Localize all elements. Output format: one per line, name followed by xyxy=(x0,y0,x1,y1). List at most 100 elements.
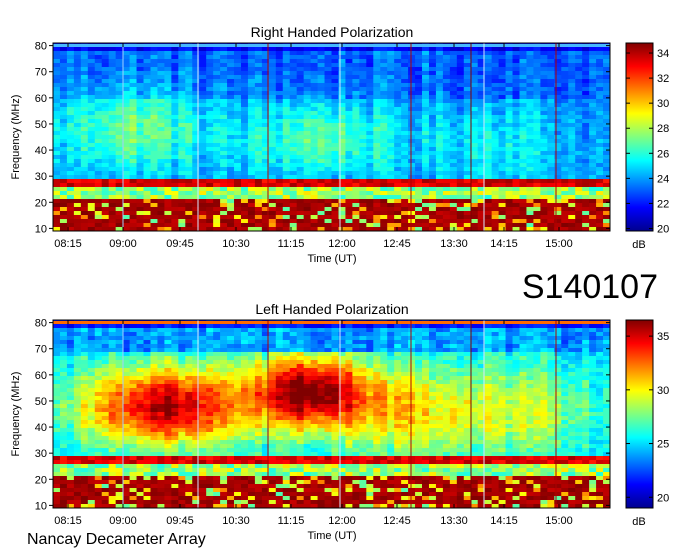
spectrogram-cell xyxy=(275,59,284,64)
spectrogram-cell xyxy=(484,47,493,52)
spectrogram-cell xyxy=(422,368,430,373)
spectrogram-cell xyxy=(380,63,388,68)
spectrogram-cell xyxy=(568,131,576,136)
spectrogram-cell xyxy=(185,115,193,120)
spectrogram-cell xyxy=(498,135,506,140)
spectrogram-cell xyxy=(220,75,228,80)
spectrogram-cell xyxy=(387,91,395,96)
spectrogram-cell xyxy=(206,135,214,140)
spectrogram-cell xyxy=(122,51,130,56)
spectrogram-cell xyxy=(484,135,493,140)
spectrogram-cell xyxy=(422,155,430,160)
spectrogram-cell xyxy=(171,87,179,92)
spectrogram-cell xyxy=(596,131,604,136)
spectrogram-cell xyxy=(568,143,576,148)
spectrogram-cell xyxy=(289,91,298,96)
spectrogram-cell xyxy=(206,123,214,128)
spectrogram-cell xyxy=(234,183,242,188)
spectrogram-cell xyxy=(408,75,416,80)
spectrogram-cell xyxy=(59,219,68,224)
spectrogram-cell xyxy=(234,55,242,60)
spectrogram-cell xyxy=(73,328,82,333)
spectrogram-cell xyxy=(268,328,277,333)
spectrogram-cell xyxy=(582,75,590,80)
spectrogram-cell xyxy=(366,344,374,349)
spectrogram-cell xyxy=(178,83,186,88)
spectrogram-cell xyxy=(394,83,402,88)
spectrogram-cell xyxy=(401,139,409,144)
spectrogram-cell xyxy=(268,119,277,124)
spectrogram-cell xyxy=(303,83,312,88)
spectrogram-cell xyxy=(178,151,186,156)
spectrogram-cell xyxy=(498,207,506,212)
spectrogram-cell xyxy=(157,344,165,349)
spectrogram-cell xyxy=(268,348,277,353)
spectrogram-cell xyxy=(115,207,124,212)
spectrogram-cell xyxy=(435,348,444,353)
spectrogram-cell xyxy=(296,139,305,144)
spectrogram-cell xyxy=(484,332,493,337)
spectrogram-cell xyxy=(164,159,172,164)
spectrogram-cell xyxy=(310,99,318,104)
spectrogram-cell xyxy=(101,332,110,337)
spectrogram-cell xyxy=(185,151,193,156)
spectrogram-cell xyxy=(582,99,590,104)
spectrogram-cell xyxy=(554,95,562,100)
spectrogram-cell xyxy=(178,55,186,60)
spectrogram-cell xyxy=(345,55,353,60)
spectrogram-cell xyxy=(129,179,137,184)
spectrogram-cell xyxy=(498,191,506,196)
spectrogram-cell xyxy=(540,324,548,329)
spectrogram-cell xyxy=(289,203,298,208)
spectrogram-cell xyxy=(352,135,360,140)
spectrogram-cell xyxy=(282,372,291,377)
spectrogram-cell xyxy=(554,195,562,200)
spectrogram-cell xyxy=(80,155,89,160)
spectrogram-cell xyxy=(213,151,221,156)
spectrogram-cell xyxy=(199,223,207,228)
spectrogram-cell xyxy=(380,163,388,168)
spectrogram-cell xyxy=(289,83,298,88)
spectrogram-cell xyxy=(108,368,117,373)
spectrogram-cell xyxy=(164,195,172,200)
spectrogram-cell xyxy=(401,211,409,216)
spectrogram-cell xyxy=(178,159,186,164)
spectrogram-cell xyxy=(540,179,548,184)
spectrogram-cell xyxy=(512,223,520,228)
spectrogram-cell xyxy=(456,79,465,84)
spectrogram-cell xyxy=(331,191,339,196)
spectrogram-cell xyxy=(303,356,312,361)
spectrogram-cell xyxy=(53,340,61,345)
spectrogram-cell xyxy=(575,187,583,192)
spectrogram-cell xyxy=(373,127,381,132)
spectrogram-cell xyxy=(199,336,207,341)
spectrogram-cell xyxy=(171,203,179,208)
spectrogram-cell xyxy=(428,95,437,100)
spectrogram-cell xyxy=(603,115,611,120)
spectrogram-cell xyxy=(533,360,541,365)
spectrogram-cell xyxy=(303,195,312,200)
spectrogram-cell xyxy=(387,219,395,224)
spectrogram-cell xyxy=(463,87,472,92)
spectrogram-cell xyxy=(185,368,193,373)
spectrogram-cell xyxy=(150,91,158,96)
spectrogram-cell xyxy=(66,83,75,88)
spectrogram-cell xyxy=(415,115,423,120)
spectrogram-cell xyxy=(422,336,430,341)
spectrogram-cell xyxy=(240,195,249,200)
spectrogram-cell xyxy=(582,175,590,180)
spectrogram-cell xyxy=(498,179,506,184)
spectrogram-cell xyxy=(129,187,137,192)
spectrogram-cell xyxy=(136,71,144,76)
spectrogram-cell xyxy=(505,135,513,140)
spectrogram-cell xyxy=(87,167,96,172)
spectrogram xyxy=(53,320,611,509)
spectrogram-cell xyxy=(136,332,144,337)
spectrogram-cell xyxy=(428,175,437,180)
spectrogram-cell xyxy=(603,191,611,196)
spectrogram-cell xyxy=(59,352,68,357)
spectrogram-cell xyxy=(289,147,298,152)
spectrogram-cell xyxy=(456,191,465,196)
spectrogram-cell xyxy=(554,179,562,184)
spectrogram-cell xyxy=(254,332,263,337)
